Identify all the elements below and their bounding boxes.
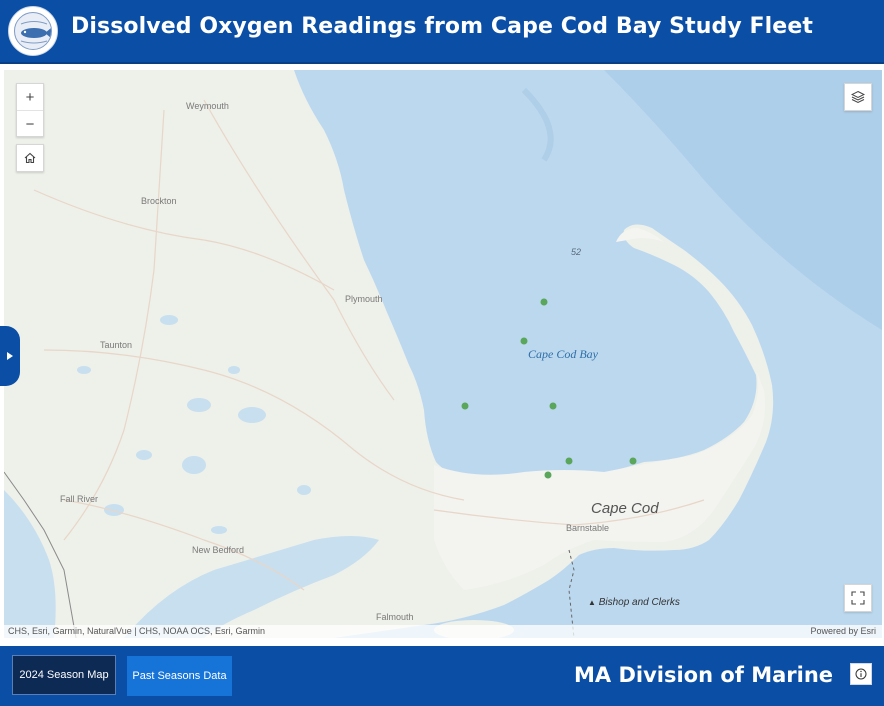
zoom-controls: + − [16,83,44,137]
map-label-weymouth: Weymouth [186,101,229,111]
depth-label: 52 [571,247,582,257]
powered-by-esri-link[interactable]: Powered by Esri [810,625,876,638]
map-label-barnstable: Barnstable [566,523,610,533]
layers-icon [851,90,865,104]
map-label-bishop-and-clerks: ▲ Bishop and Clerks [588,597,680,608]
triangle-marker-icon: ▲ [588,598,596,607]
layers-button[interactable] [844,83,872,111]
reading-point[interactable] [461,402,469,410]
reading-point[interactable] [540,298,548,306]
zoom-in-button[interactable]: + [17,84,43,110]
info-icon [855,668,867,680]
reading-point[interactable] [629,457,637,465]
zoom-out-button[interactable]: − [17,110,43,137]
page-title: Dissolved Oxygen Readings from Cape Cod … [71,14,813,39]
side-panel-toggle[interactable] [0,326,20,386]
map-label-plymouth: Plymouth [345,294,383,304]
reading-point[interactable] [520,337,528,345]
map-label-falmouth: Falmouth [376,612,414,622]
app-footer: 2024 Season Map Past Seasons Data MA Div… [0,646,884,706]
fullscreen-button[interactable] [844,584,872,612]
reading-point[interactable] [544,471,552,479]
home-button[interactable] [16,144,44,172]
org-title: MA Division of Marine [574,663,834,687]
map-label-brockton: Brockton [141,196,177,206]
home-icon [24,152,36,164]
reading-point[interactable] [565,457,573,465]
app-header: Dissolved Oxygen Readings from Cape Cod … [0,0,884,64]
map-label-taunton: Taunton [100,340,133,350]
reading-point[interactable] [549,402,557,410]
map-label-cape-cod: Cape Cod [591,500,659,517]
season-map-button[interactable]: 2024 Season Map [12,655,116,695]
past-seasons-button[interactable]: Past Seasons Data [127,656,232,696]
map-label-cape-cod-bay: Cape Cod Bay [528,347,598,361]
fullscreen-icon [851,591,865,605]
map-view[interactable]: Weymouth Brockton Plymouth Taunton Fall … [4,70,882,638]
map-label-new-bedford: New Bedford [192,545,245,555]
chevron-right-icon [7,352,13,360]
info-button[interactable] [850,663,872,685]
reading-points-layer [461,298,637,479]
map-label-fall-river: Fall River [60,494,99,504]
attribution-text: CHS, Esri, Garmin, NaturalVue | CHS, NOA… [8,626,266,636]
map-attribution: CHS, Esri, Garmin, NaturalVue | CHS, NOA… [4,625,882,638]
